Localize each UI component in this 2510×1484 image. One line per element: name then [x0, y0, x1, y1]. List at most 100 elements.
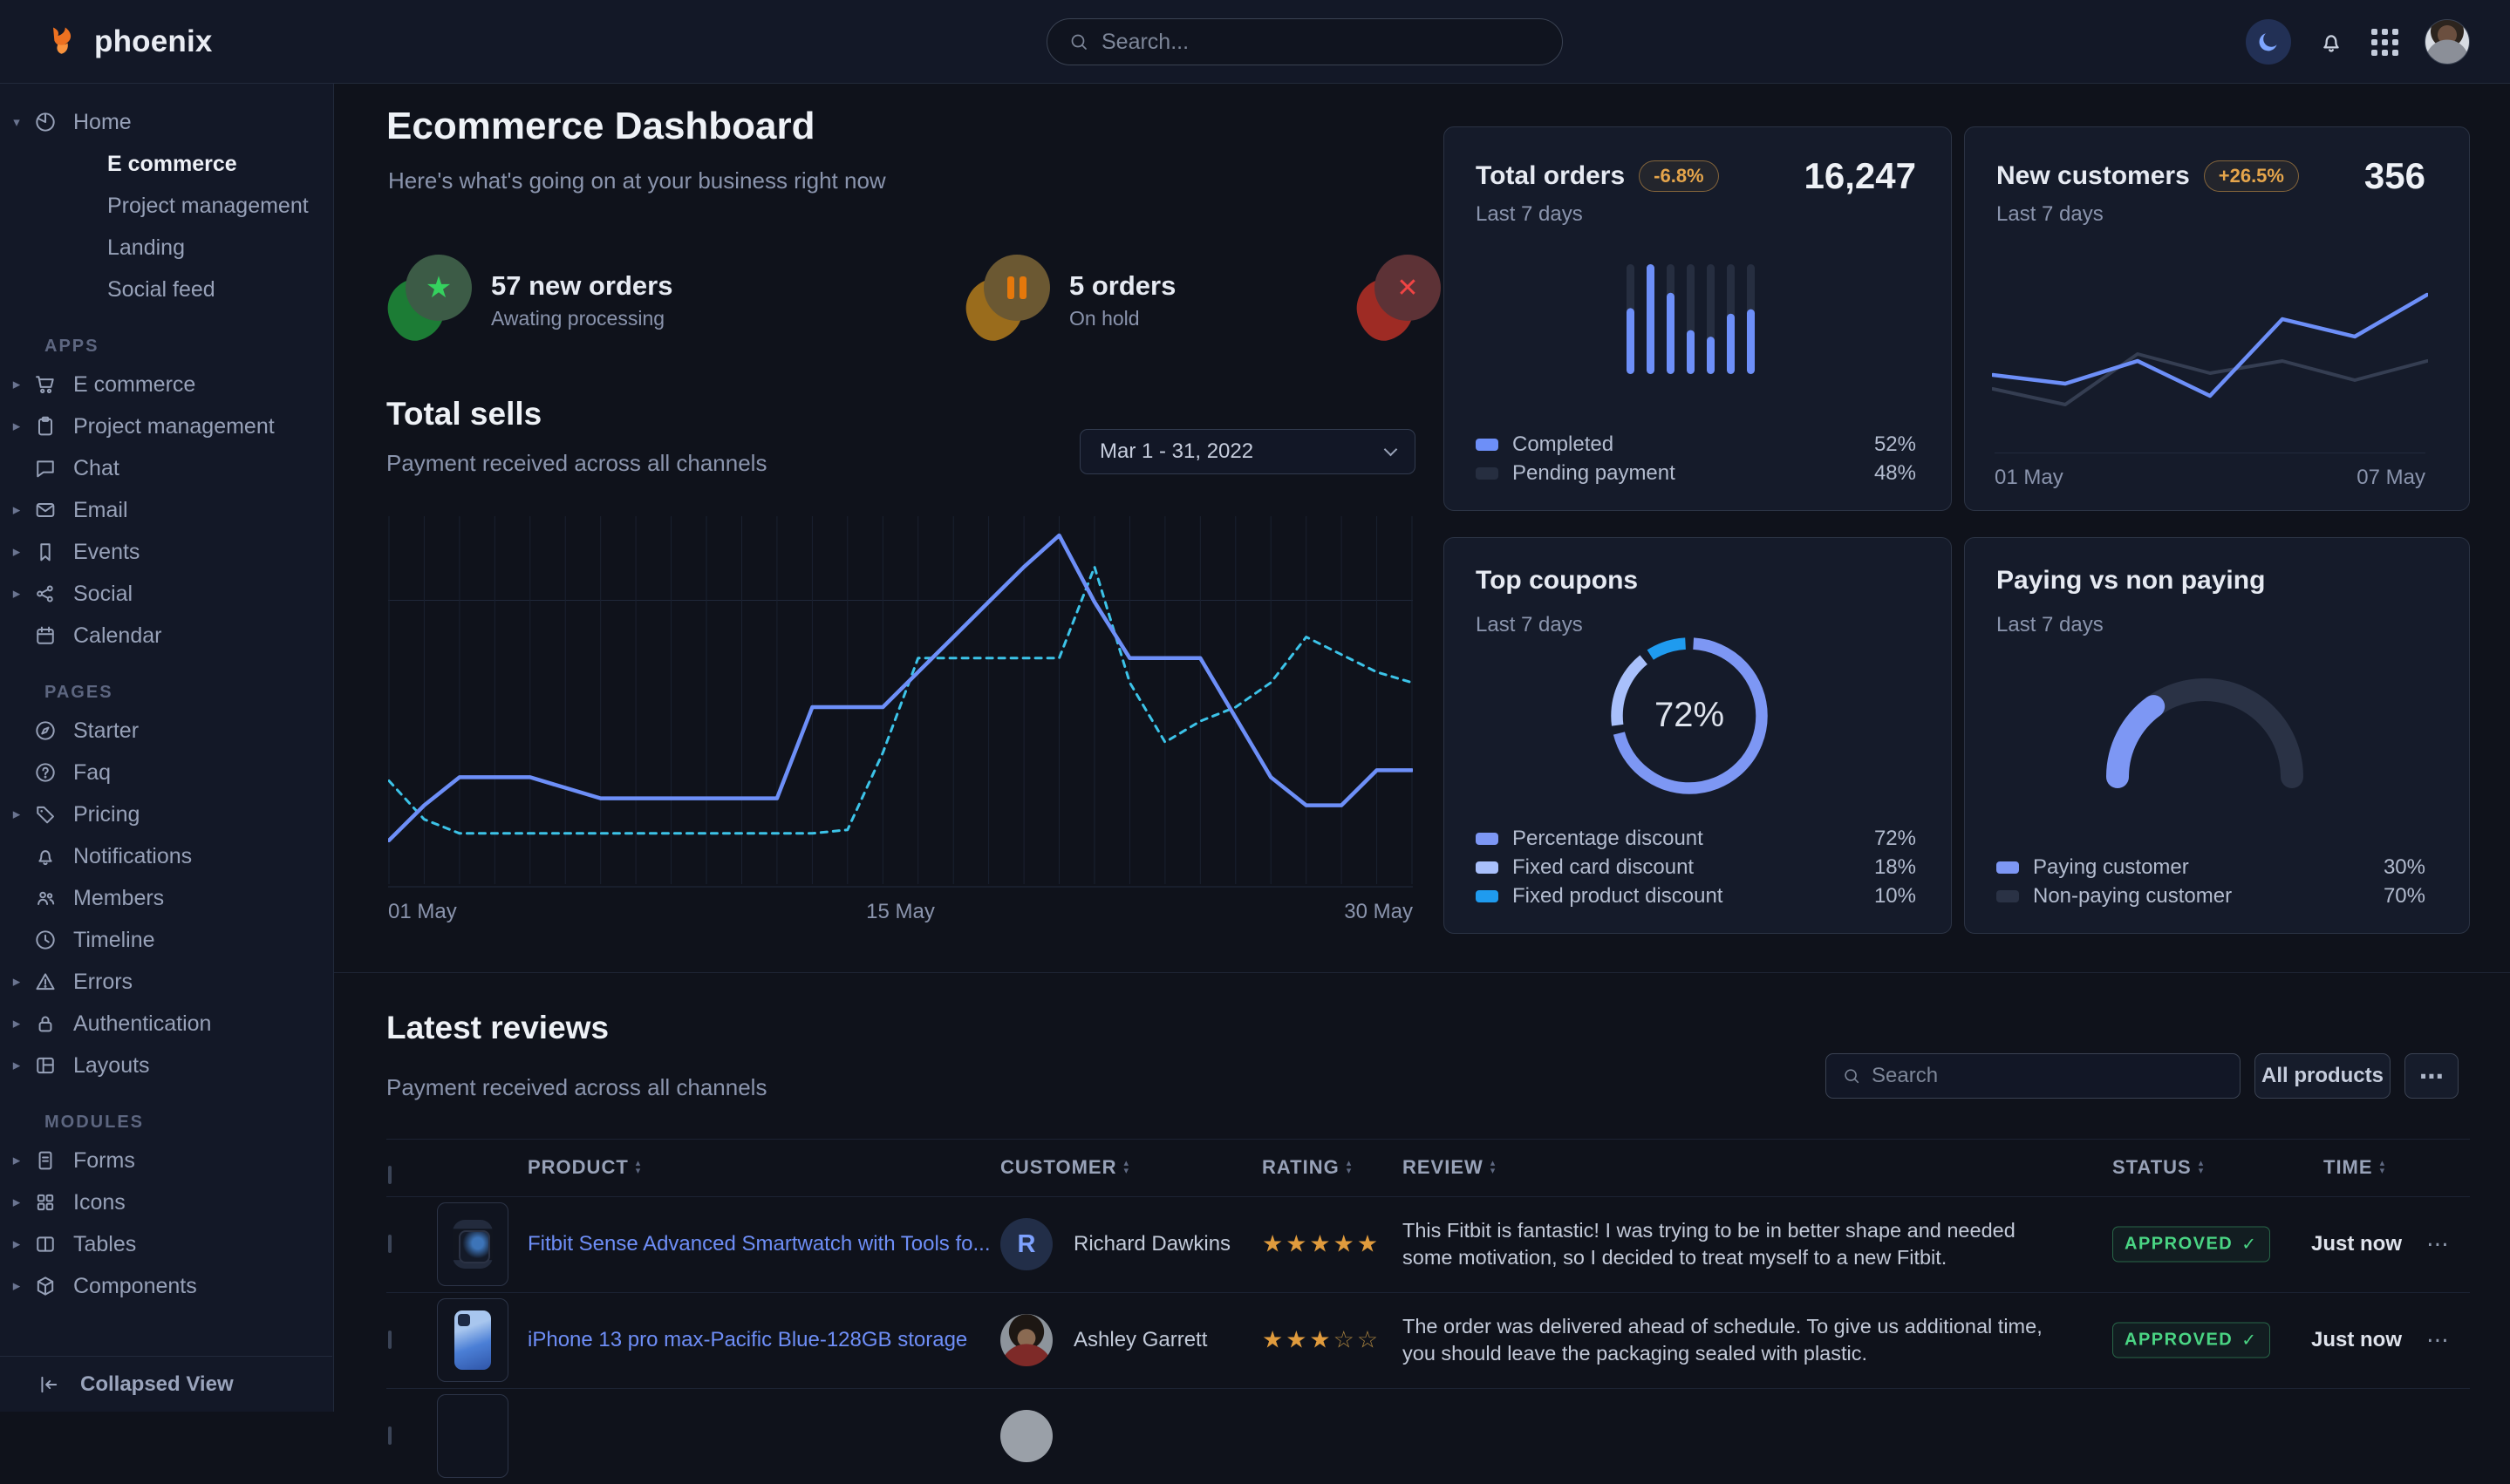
sidebar-item-label: E commerce	[73, 372, 195, 398]
sidebar-item-e-commerce[interactable]: ▸ E commerce	[0, 364, 333, 405]
global-search-input[interactable]	[1102, 30, 1541, 55]
legend-row: Fixed product discount10%	[1476, 882, 1916, 910]
navbar-actions	[2246, 0, 2470, 84]
customer-avatar[interactable]	[1000, 1314, 1053, 1366]
table-top-border	[386, 1139, 2470, 1140]
user-avatar[interactable]	[2425, 19, 2470, 65]
column-header-status[interactable]: STATUS▴▾	[2112, 1156, 2204, 1179]
legend-label: Completed	[1512, 432, 1613, 457]
more-options-button[interactable]: ⋯	[2404, 1053, 2459, 1099]
sidebar-item-pricing[interactable]: ▸Pricing	[0, 793, 333, 835]
bell-icon[interactable]	[2317, 28, 2345, 56]
brand-name: phoenix	[94, 24, 213, 59]
main-content: Ecommerce Dashboard Here's what's going …	[334, 84, 2510, 1412]
theme-toggle-button[interactable]	[2246, 19, 2291, 65]
collapse-icon	[37, 1372, 61, 1397]
sidebar-item-icons[interactable]: ▸Icons	[0, 1181, 333, 1223]
stat-caption: On hold	[1069, 307, 1176, 330]
sidebar-item-forms[interactable]: ▸Forms	[0, 1140, 333, 1181]
reviews-search[interactable]	[1825, 1053, 2241, 1099]
new-customers-chart	[1992, 239, 2428, 441]
reviews-search-input[interactable]	[1872, 1064, 2224, 1088]
row-checkbox[interactable]	[388, 1428, 392, 1444]
sidebar-item-calendar[interactable]: Calendar	[0, 615, 333, 657]
sidebar-item-project-management[interactable]: Project management	[0, 185, 333, 227]
sidebar-item-label: Authentication	[73, 1011, 211, 1037]
question-icon	[33, 760, 58, 785]
review-text: This Fitbit is fantastic! I was trying t…	[1402, 1217, 2055, 1271]
sidebar-item-components[interactable]: ▸Components	[0, 1265, 333, 1307]
card-period: Last 7 days	[1476, 613, 1583, 637]
chevron-right-icon: ▸	[0, 376, 33, 393]
column-header-rating[interactable]: RATING▴▾	[1262, 1156, 1352, 1179]
sidebar-item-landing[interactable]: Landing	[0, 227, 333, 269]
sort-icon: ▴▾	[2380, 1160, 2386, 1175]
sidebar-item-chat[interactable]: Chat	[0, 447, 333, 489]
chevron-right-icon: ▸	[0, 1152, 33, 1169]
form-icon	[33, 1148, 58, 1173]
sidebar-item-events[interactable]: ▸Events	[0, 531, 333, 573]
collapsed-view-toggle[interactable]: Collapsed View	[0, 1356, 332, 1412]
sidebar-item-label: Notifications	[73, 844, 192, 869]
all-products-button[interactable]: All products	[2254, 1053, 2391, 1099]
sidebar-item-label: Email	[73, 498, 128, 523]
sidebar-item-faq[interactable]: Faq	[0, 752, 333, 793]
date-range-value: Mar 1 - 31, 2022	[1100, 439, 1253, 464]
sidebar-item-tables[interactable]: ▸ Tables	[0, 1223, 333, 1265]
column-header-product[interactable]: PRODUCT▴▾	[528, 1156, 641, 1179]
bookmark-icon	[33, 540, 58, 564]
legend-row: Non-paying customer70%	[1996, 882, 2425, 910]
sidebar-item-authentication[interactable]: ▸Authentication	[0, 1003, 333, 1045]
legend-row: Completed52%	[1476, 430, 1916, 459]
sidebar-item-email[interactable]: ▸ Email	[0, 489, 333, 531]
stat-caption: Awating processing	[491, 307, 672, 330]
sidebar-item-starter[interactable]: Starter	[0, 710, 333, 752]
page-title: Ecommerce Dashboard	[386, 105, 815, 148]
phoenix-flame-icon	[44, 23, 82, 61]
star-icon: ★	[426, 270, 452, 305]
clock-icon	[33, 928, 58, 952]
column-header-time[interactable]: TIME▴▾	[2323, 1156, 2385, 1179]
select-all-checkbox[interactable]	[388, 1167, 392, 1183]
sidebar-item-project-management[interactable]: ▸Project management	[0, 405, 333, 447]
sidebar-group-home[interactable]: ▾Home	[0, 101, 333, 143]
total-sells-chart	[388, 513, 1413, 888]
sidebar-item-label: Tables	[73, 1232, 136, 1257]
chevron-right-icon: ▸	[0, 973, 33, 990]
sidebar-item-notifications[interactable]: Notifications	[0, 835, 333, 877]
product-link[interactable]: Fitbit Sense Advanced Smartwatch with To…	[528, 1232, 990, 1256]
column-header-review[interactable]: REVIEW▴▾	[1402, 1156, 1496, 1179]
row-more-button[interactable]: ⋯	[2426, 1327, 2449, 1354]
sidebar-item-members[interactable]: Members	[0, 877, 333, 919]
date-range-select[interactable]: Mar 1 - 31, 2022	[1080, 429, 1415, 474]
sidebar-item-layouts[interactable]: ▸Layouts	[0, 1045, 333, 1086]
sidebar-item-errors[interactable]: ▸Errors	[0, 961, 333, 1003]
sidebar-item-e-commerce[interactable]: E commerce	[0, 143, 333, 185]
sidebar-item-label: Landing	[107, 235, 185, 261]
column-header-customer[interactable]: CUSTOMER▴▾	[1000, 1156, 1129, 1179]
chevron-down-icon	[1384, 442, 1398, 456]
row-checkbox[interactable]	[388, 1332, 392, 1348]
donut-center-label: 72%	[1654, 696, 1724, 735]
sidebar-item-social-feed[interactable]: Social feed	[0, 269, 333, 310]
x-tick: 01 May	[1995, 466, 2063, 489]
page-subtitle: Here's what's going on at your business …	[388, 167, 886, 194]
row-more-button[interactable]: ⋯	[2426, 1231, 2449, 1258]
row-checkbox[interactable]	[388, 1236, 392, 1252]
global-search[interactable]	[1047, 18, 1563, 65]
brand-logo[interactable]: phoenix	[44, 23, 213, 61]
customer-avatar[interactable]: R	[1000, 1218, 1053, 1270]
legend-row: Fixed card discount18%	[1476, 853, 1916, 882]
sidebar-item-social[interactable]: ▸Social	[0, 573, 333, 615]
product-link[interactable]: iPhone 13 pro max-Pacific Blue-128GB sto…	[528, 1328, 967, 1352]
customer-avatar[interactable]	[1000, 1410, 1053, 1462]
users-icon	[33, 886, 58, 910]
chevron-right-icon: ▸	[0, 501, 33, 519]
legend-value: 10%	[1874, 884, 1916, 909]
status-badge: APPROVED ✓	[2112, 1323, 2270, 1358]
apps-grid-icon[interactable]	[2371, 29, 2398, 56]
chevron-right-icon: ▸	[0, 1057, 33, 1074]
chevron-right-icon: ▸	[0, 1236, 33, 1253]
moon-icon	[2256, 30, 2281, 54]
sidebar-item-timeline[interactable]: Timeline	[0, 919, 333, 961]
